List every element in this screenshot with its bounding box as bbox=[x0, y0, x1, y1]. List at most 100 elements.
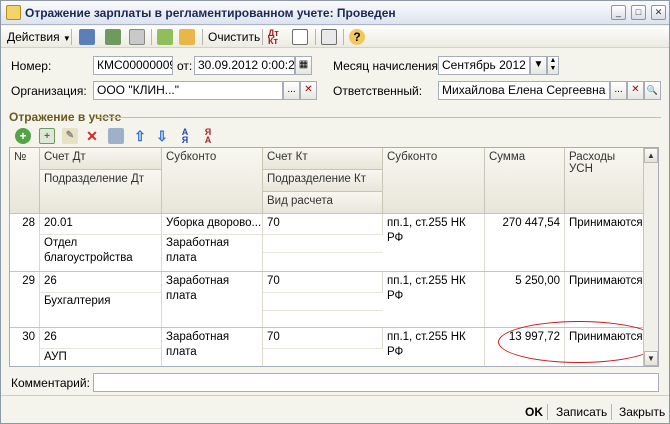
month-field[interactable]: Сентябрь 2012 bbox=[438, 56, 530, 75]
row-number: 28 bbox=[10, 214, 40, 271]
actions-menu[interactable]: Действия ▼ bbox=[7, 29, 71, 45]
row-number: 29 bbox=[10, 272, 40, 327]
header-subkonto2[interactable]: Субконто bbox=[383, 148, 485, 214]
delete-row-icon[interactable]: ✕ bbox=[84, 128, 100, 144]
maximize-icon[interactable]: □ bbox=[631, 5, 646, 20]
help-icon[interactable]: ? bbox=[349, 29, 365, 45]
footer-separator bbox=[547, 404, 548, 420]
row-sum: 270 447,54 bbox=[485, 214, 565, 271]
row-subkonto2: пп.1, ст.255 НК РФ bbox=[383, 272, 485, 327]
toolbar-separator bbox=[202, 29, 203, 45]
dt-kt-button[interactable]: Дт Кт bbox=[268, 29, 284, 46]
unpost-document-icon[interactable] bbox=[179, 29, 195, 45]
table-row[interactable]: 28 20.01 Отдел благоустройства Уборка дв… bbox=[10, 214, 644, 271]
organization-clear-icon[interactable]: ✕ bbox=[300, 81, 317, 100]
minimize-icon[interactable]: _ bbox=[611, 5, 626, 20]
footer-divider bbox=[1, 395, 669, 396]
header-num[interactable]: № bbox=[10, 148, 40, 214]
header-dt-sub[interactable]: Подразделение Дт bbox=[40, 170, 162, 214]
responsible-field[interactable]: Михайлова Елена Сергеевна bbox=[438, 81, 610, 100]
table-row[interactable]: 29 26 Бухгалтерия Заработная плата 70 пп… bbox=[10, 272, 644, 327]
dropdown-arrow-icon: ▼ bbox=[62, 34, 71, 43]
toolbar-separator bbox=[151, 29, 152, 45]
row-sum: 5 250,00 bbox=[485, 272, 565, 327]
row-subkonto2: пп.1, ст.255 НК РФ bbox=[383, 328, 485, 366]
clear-button[interactable]: Очистить bbox=[208, 29, 260, 45]
close-button[interactable]: Закрыть bbox=[619, 405, 665, 419]
organization-field[interactable]: ООО "КЛИН..." bbox=[93, 81, 283, 100]
row-subkonto2: пп.1, ст.255 НК РФ bbox=[383, 214, 485, 271]
header-kt[interactable]: Счет Кт bbox=[263, 148, 383, 170]
move-up-icon[interactable]: ⇧ bbox=[132, 128, 148, 144]
comment-label: Комментарий: bbox=[11, 376, 90, 390]
move-down-icon[interactable]: ⇩ bbox=[154, 128, 170, 144]
row-usn: Принимаются bbox=[565, 214, 644, 271]
refresh-icon[interactable] bbox=[105, 29, 121, 45]
ok-button[interactable]: OK bbox=[525, 405, 543, 419]
highlight-ellipse bbox=[498, 321, 658, 363]
cell-divider bbox=[263, 252, 383, 253]
cell-divider bbox=[263, 234, 383, 235]
save-button[interactable]: Записать bbox=[556, 405, 607, 419]
header-sum[interactable]: Сумма bbox=[485, 148, 565, 214]
scroll-up-icon[interactable]: ▲ bbox=[644, 148, 658, 163]
toolbar-separator bbox=[343, 29, 344, 45]
row-kt-account: 70 bbox=[263, 214, 383, 234]
organization-select-button[interactable]: ... bbox=[283, 81, 300, 100]
accounting-table: № Счет Дт Подразделение Дт Субконто Счет… bbox=[9, 147, 659, 367]
document-icon bbox=[6, 5, 21, 20]
report-icon[interactable] bbox=[292, 29, 308, 45]
footer-separator bbox=[611, 404, 612, 420]
calendar-icon[interactable]: ▦ bbox=[295, 56, 312, 75]
cell-divider bbox=[263, 292, 383, 293]
row-dt-division: АУП bbox=[40, 348, 162, 366]
sort-ascending-icon[interactable]: АЯ bbox=[177, 128, 193, 145]
header-usn[interactable]: Расходы УСН bbox=[565, 148, 644, 214]
responsible-clear-icon[interactable]: ✕ bbox=[627, 81, 644, 100]
row-subkonto1-a: Уборка дворово... bbox=[162, 214, 263, 234]
document-window: Отражение зарплаты в регламентированном … bbox=[0, 0, 670, 424]
row-dt-account: 26 bbox=[40, 272, 162, 292]
number-field[interactable]: КМС00000009 bbox=[93, 56, 173, 75]
row-dt-account: 26 bbox=[40, 328, 162, 348]
row-number: 30 bbox=[10, 328, 40, 366]
back-icon[interactable] bbox=[79, 29, 95, 45]
header-calc-type[interactable]: Вид расчета bbox=[263, 192, 383, 214]
month-label: Месяц начисления: bbox=[333, 59, 442, 73]
row-dt-account: 20.01 bbox=[40, 214, 162, 234]
edit-row-icon[interactable]: ✎ bbox=[62, 128, 78, 144]
structure-icon[interactable] bbox=[321, 29, 337, 45]
toolbar: Действия ▼ Очистить Дт Кт ? bbox=[1, 26, 669, 48]
responsible-select-button[interactable]: ... bbox=[610, 81, 627, 100]
month-spinner-icon[interactable]: ▲ ▼ bbox=[547, 56, 559, 75]
row-subkonto1-a: Заработная плата bbox=[162, 272, 263, 327]
post-document-icon[interactable] bbox=[157, 29, 173, 45]
responsible-label: Ответственный: bbox=[333, 84, 423, 98]
row-dt-division: Бухгалтерия bbox=[40, 292, 162, 327]
window-title: Отражение зарплаты в регламентированном … bbox=[25, 6, 396, 20]
header-subkonto1[interactable]: Субконто bbox=[162, 148, 263, 214]
actions-menu-label: Действия bbox=[7, 30, 60, 44]
header-kt-sub[interactable]: Подразделение Кт bbox=[263, 170, 383, 192]
date-label: от: bbox=[177, 59, 193, 73]
scroll-down-icon[interactable]: ▼ bbox=[644, 351, 658, 366]
comment-field[interactable] bbox=[93, 373, 659, 392]
add-row-icon[interactable]: + bbox=[15, 128, 31, 144]
row-kt-account: 70 bbox=[263, 272, 383, 292]
responsible-open-icon[interactable]: 🔍 bbox=[644, 81, 661, 100]
toolbar-separator bbox=[71, 29, 72, 45]
section-divider bbox=[97, 117, 661, 118]
cell-divider bbox=[263, 310, 383, 311]
table-scrollbar[interactable]: ▲ ▼ bbox=[643, 148, 658, 366]
row-subkonto1-a: Заработная плата bbox=[162, 328, 263, 366]
end-edit-icon[interactable] bbox=[108, 128, 124, 144]
close-icon[interactable]: ✕ bbox=[651, 5, 666, 20]
copy-icon[interactable] bbox=[129, 29, 145, 45]
organization-label: Организация: bbox=[11, 84, 87, 98]
header-dt[interactable]: Счет Дт bbox=[40, 148, 162, 170]
number-label: Номер: bbox=[11, 59, 52, 73]
month-dropdown-icon[interactable]: ▼ bbox=[530, 56, 547, 75]
copy-row-icon[interactable]: + bbox=[39, 128, 55, 144]
date-field[interactable]: 30.09.2012 0:00:20 bbox=[194, 56, 295, 75]
sort-descending-icon[interactable]: ЯА bbox=[200, 128, 216, 145]
